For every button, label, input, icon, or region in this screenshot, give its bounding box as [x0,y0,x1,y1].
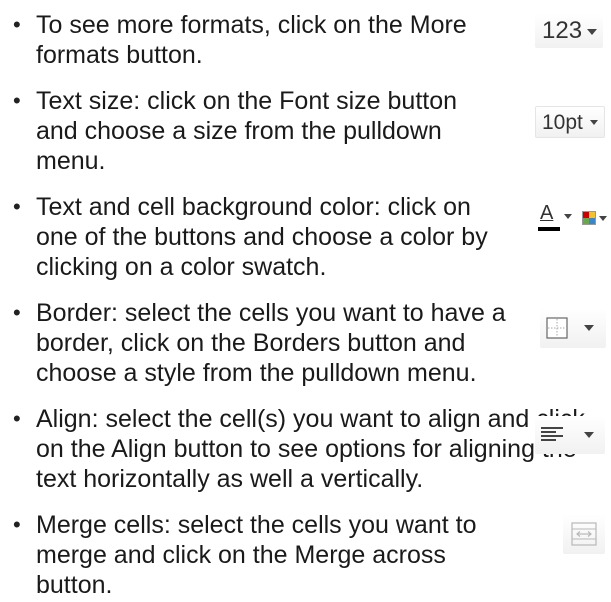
bullet: • [13,406,21,431]
caret-down-icon [590,120,598,125]
list-item-colors: • Text and cell background color: click … [0,192,611,284]
caret-down-icon [584,432,594,438]
list-item-align: • Align: select the cell(s) you want to … [0,404,611,496]
align-left-icon [541,427,563,441]
bullet: • [13,12,21,37]
borders-icon [546,317,568,339]
more-formats-label: 123 [542,17,583,44]
cell-color-icon [582,211,596,225]
list-item-font-size: • Text size: click on the Font size butt… [0,86,611,178]
cell-color-button[interactable] [582,200,608,236]
list-item-merge: • Merge cells: select the cells you want… [0,510,611,602]
list-item-more-formats: • To see more formats, click on the More… [0,10,611,72]
list-item-borders: • Border: select the cells you want to h… [0,298,611,390]
bullet: • [13,88,21,113]
item-text: Border: select the cells you want to hav… [36,299,506,387]
text-color-bar [538,227,560,231]
bullet: • [13,194,21,219]
text-color-button[interactable]: A [536,200,578,236]
more-formats-button[interactable]: 123 [535,14,603,48]
caret-down-icon [584,325,594,331]
item-text: Text and cell background color: click on… [36,193,488,281]
font-size-label: 10pt [542,111,583,134]
item-text: To see more formats, click on the More f… [36,11,467,69]
item-text: Merge cells: select the cells you want t… [36,511,477,599]
font-size-button[interactable]: 10pt [535,106,605,138]
text-color-icon: A [540,202,554,224]
bullet: • [13,300,21,325]
merge-across-button[interactable] [563,514,605,554]
item-text: Align: select the cell(s) you want to al… [36,405,585,493]
caret-down-icon [587,29,597,35]
borders-button[interactable] [540,308,606,348]
caret-down-icon [564,214,572,219]
item-text: Text size: click on the Font size button… [36,87,458,175]
bullet: • [13,512,21,537]
caret-down-icon [599,216,607,221]
align-button[interactable] [535,416,605,454]
merge-cells-icon [571,522,597,546]
